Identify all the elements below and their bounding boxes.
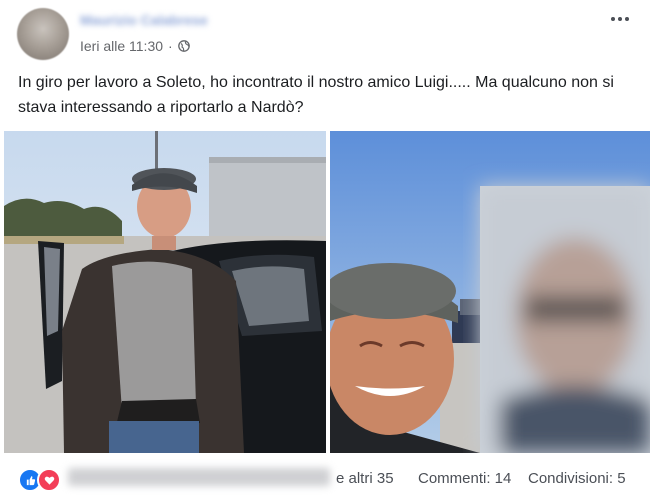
more-options-button[interactable] xyxy=(608,10,632,28)
post-time[interactable]: Ieri alle 11:30 xyxy=(80,38,163,54)
reactors-names-blurred[interactable] xyxy=(68,468,330,486)
reactions[interactable] xyxy=(18,468,61,492)
more-options-dot xyxy=(625,17,629,21)
post-meta: Ieri alle 11:30 · xyxy=(80,38,190,54)
facebook-post: Maurizio Calabrese Ieri alle 11:30 · In … xyxy=(0,0,650,495)
photo-right-image xyxy=(330,131,650,453)
globe-icon[interactable] xyxy=(177,40,190,52)
author-avatar[interactable] xyxy=(17,8,69,60)
meta-separator: · xyxy=(168,38,173,54)
more-options-icon xyxy=(611,17,615,21)
shares-count[interactable]: Condivisioni: 5 xyxy=(528,470,626,487)
author-name[interactable]: Maurizio Calabrese xyxy=(80,12,240,28)
love-icon xyxy=(37,468,61,492)
post-footer: e altri 35 Commenti: 14 Condivisioni: 5 xyxy=(0,461,650,495)
photo-left-image xyxy=(4,131,326,453)
photo-right[interactable] xyxy=(330,131,650,453)
photo-left[interactable] xyxy=(4,131,326,453)
more-options-dot xyxy=(618,17,622,21)
post-text: In giro per lavoro a Soleto, ho incontra… xyxy=(18,74,614,116)
reactions-count[interactable]: e altri 35 xyxy=(336,470,394,487)
comments-count[interactable]: Commenti: 14 xyxy=(418,470,511,487)
